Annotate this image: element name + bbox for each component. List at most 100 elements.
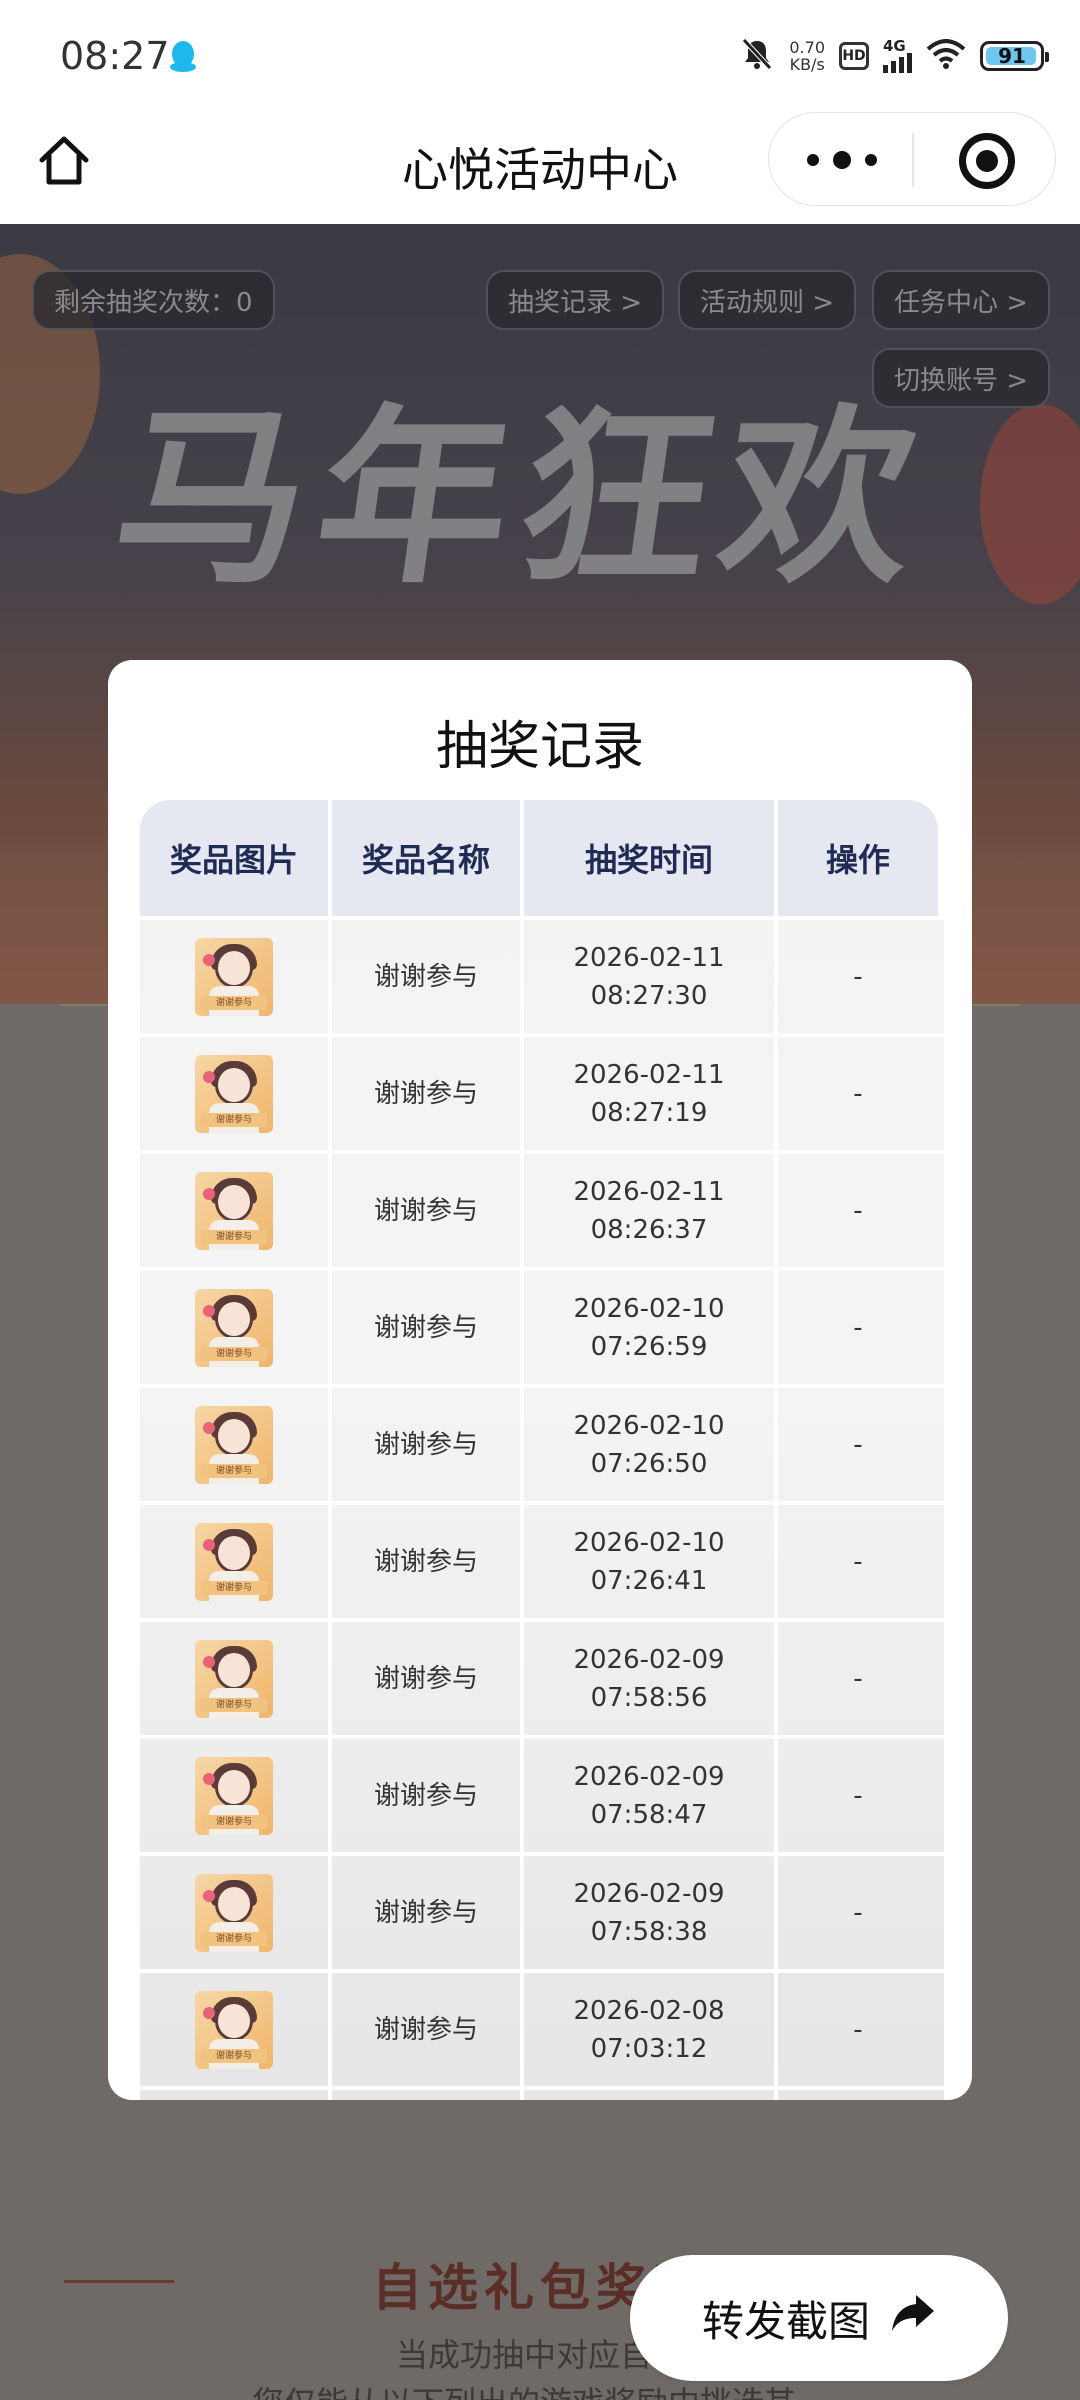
draw-time-cell: 2026-02-10 07:26:41 (524, 1505, 774, 1618)
signal-type: 4G (883, 37, 906, 55)
column-divider (774, 800, 778, 2100)
switch-account-link[interactable]: 切换账号 > (872, 348, 1051, 408)
table-body: 谢谢参与 谢谢参与 2026-02-11 08:27:30- 谢谢参与 谢谢参与 2026-… (140, 916, 944, 2100)
prize-image-cell: 谢谢参与 (140, 1154, 328, 1267)
prize-name-cell: 谢谢参与 (373, 1897, 478, 1928)
draw-time-cell: 2026-02-10 07:26:50 (524, 1388, 774, 1501)
draw-time-cell: 2026-02-09 07:58:56 (524, 1622, 774, 1735)
draw-date: 2026-02-10 (573, 1410, 725, 1441)
prize-thumbnail-caption: 谢谢参与 (201, 1697, 267, 1712)
header-prize-image: 奖品图片 (140, 800, 328, 916)
capsule-divider (912, 133, 914, 187)
status-bar: 08:27 0.70 KB/s HD 4G 91 (0, 0, 1080, 112)
prize-thumbnail-caption: 谢谢参与 (201, 1463, 267, 1478)
prize-image-cell: 谢谢参与 (140, 1037, 328, 1150)
prize-thumbnail: 谢谢参与 (195, 1756, 273, 1835)
prize-name-cell: 谢谢参与 (373, 1663, 478, 1694)
draw-time-cell: 2026-02-10 07:26:59 (524, 1271, 774, 1384)
header-draw-time: 抽奖时间 (524, 800, 774, 916)
prize-thumbnail-caption: 谢谢参与 (201, 1229, 267, 1244)
table-row-partial (140, 2086, 944, 2100)
draw-date: 2026-02-10 (573, 1293, 725, 1324)
draw-date: 2026-02-09 (573, 1761, 725, 1792)
share-screenshot-button[interactable]: 转发截图 (630, 2255, 1008, 2381)
draw-clock: 07:58:47 (590, 1799, 708, 1830)
table-row: 谢谢参与 谢谢参与 2026-02-10 07:26:50- (140, 1384, 944, 1501)
prize-thumbnail-caption: 谢谢参与 (201, 1931, 267, 1946)
hd-badge: HD (839, 42, 869, 70)
wifi-icon (926, 39, 966, 73)
table-row: 谢谢参与 谢谢参与 2026-02-09 07:58:38- (140, 1852, 944, 1969)
status-icons: 0.70 KB/s HD 4G 91 (739, 36, 1049, 76)
activity-rules-link[interactable]: 活动规则 > (678, 270, 857, 330)
net-speed-unit: KB/s (789, 55, 825, 74)
draw-time-cell: 2026-02-09 07:58:47 (524, 1739, 774, 1852)
prize-image-cell: 谢谢参与 (140, 1271, 328, 1384)
prize-thumbnail: 谢谢参与 (195, 1288, 273, 1367)
draw-clock: 07:03:12 (590, 2033, 708, 2064)
prize-thumbnail: 谢谢参与 (195, 937, 273, 1016)
prize-image-cell: 谢谢参与 (140, 1622, 328, 1735)
prize-thumbnail: 谢谢参与 (195, 1171, 273, 1250)
lottery-records-link[interactable]: 抽奖记录 > (486, 270, 665, 330)
share-arrow-icon (890, 2291, 936, 2345)
miniprogram-capsule (768, 112, 1056, 206)
draw-clock: 07:26:50 (590, 1448, 708, 1479)
prize-thumbnail-caption: 谢谢参与 (201, 1580, 267, 1595)
prize-thumbnail: 谢谢参与 (195, 1522, 273, 1601)
table-header: 奖品图片 奖品名称 抽奖时间 操作 (140, 800, 944, 916)
prize-name-cell: 谢谢参与 (373, 1429, 478, 1460)
draw-clock: 07:58:38 (590, 1916, 708, 1947)
draw-clock: 07:58:56 (590, 1682, 708, 1713)
table-row: 谢谢参与 谢谢参与 2026-02-11 08:27:19- (140, 1033, 944, 1150)
table-row: 谢谢参与 谢谢参与 2026-02-09 07:58:56- (140, 1618, 944, 1735)
more-options-icon[interactable] (807, 143, 877, 177)
header-prize-name: 奖品名称 (332, 800, 520, 916)
modal-title: 抽奖记录 (435, 717, 644, 777)
lottery-records-modal: 抽奖记录 奖品图片 奖品名称 抽奖时间 操作 谢谢参与 谢谢参与 2026-02-1… (108, 660, 972, 2100)
share-label: 转发截图 (701, 2296, 870, 2346)
nav-bar: 心悦活动中心 (0, 112, 1080, 224)
gift-section-text: 您仅能从以下列出的游戏奖励中挑选其一 (0, 2378, 1080, 2400)
draw-time-cell: 2026-02-11 08:27:19 (524, 1037, 774, 1150)
cellular-signal-icon: 4G (883, 39, 912, 73)
prize-thumbnail-caption: 谢谢参与 (201, 1814, 267, 1829)
action-cell: - (853, 1897, 863, 1928)
mute-bell-icon (739, 36, 775, 76)
banner-headline: 马年狂欢 (102, 386, 942, 609)
draw-date: 2026-02-11 (573, 942, 725, 973)
prize-thumbnail-caption: 谢谢参与 (201, 1112, 267, 1127)
table-row: 谢谢参与 谢谢参与 2026-02-08 07:03:12- (140, 1969, 944, 2086)
prize-thumbnail: 谢谢参与 (195, 1639, 273, 1718)
prize-name-cell: 谢谢参与 (373, 1546, 478, 1577)
task-center-link[interactable]: 任务中心 > (872, 270, 1051, 330)
prize-thumbnail-caption: 谢谢参与 (201, 1346, 267, 1361)
action-cell: - (853, 2014, 863, 2045)
prize-name-cell: 谢谢参与 (373, 1195, 478, 1226)
header-action: 操作 (778, 800, 938, 916)
draw-clock: 08:27:30 (590, 980, 708, 1011)
battery-level: 91 (998, 44, 1026, 68)
prize-thumbnail: 谢谢参与 (195, 1873, 273, 1952)
lantern-glow (980, 404, 1080, 604)
prize-name-cell: 谢谢参与 (373, 1312, 478, 1343)
table-row: 谢谢参与 谢谢参与 2026-02-09 07:58:47- (140, 1735, 944, 1852)
draw-clock: 07:26:59 (590, 1331, 708, 1362)
status-time: 08:27 (60, 34, 170, 78)
prize-thumbnail: 谢谢参与 (195, 1054, 273, 1133)
prize-thumbnail-caption: 谢谢参与 (201, 995, 267, 1010)
action-cell: - (853, 1546, 863, 1577)
prize-image-cell: 谢谢参与 (140, 1388, 328, 1501)
draw-date: 2026-02-09 (573, 1644, 725, 1675)
prize-name-cell: 谢谢参与 (373, 1078, 478, 1109)
close-miniprogram-icon[interactable] (959, 133, 1015, 189)
draw-date: 2026-02-11 (573, 1176, 725, 1207)
prize-name-cell: 谢谢参与 (373, 2014, 478, 2045)
prize-name-cell: 谢谢参与 (373, 961, 478, 992)
prize-thumbnail-caption: 谢谢参与 (201, 2048, 267, 2063)
table-row: 谢谢参与 谢谢参与 2026-02-10 07:26:59- (140, 1267, 944, 1384)
draw-date: 2026-02-11 (573, 1059, 725, 1090)
draw-clock: 08:27:19 (590, 1097, 708, 1128)
prize-thumbnail: 谢谢参与 (195, 1405, 273, 1484)
records-table[interactable]: 奖品图片 奖品名称 抽奖时间 操作 谢谢参与 谢谢参与 2026-02-11 08:2… (140, 800, 944, 2100)
